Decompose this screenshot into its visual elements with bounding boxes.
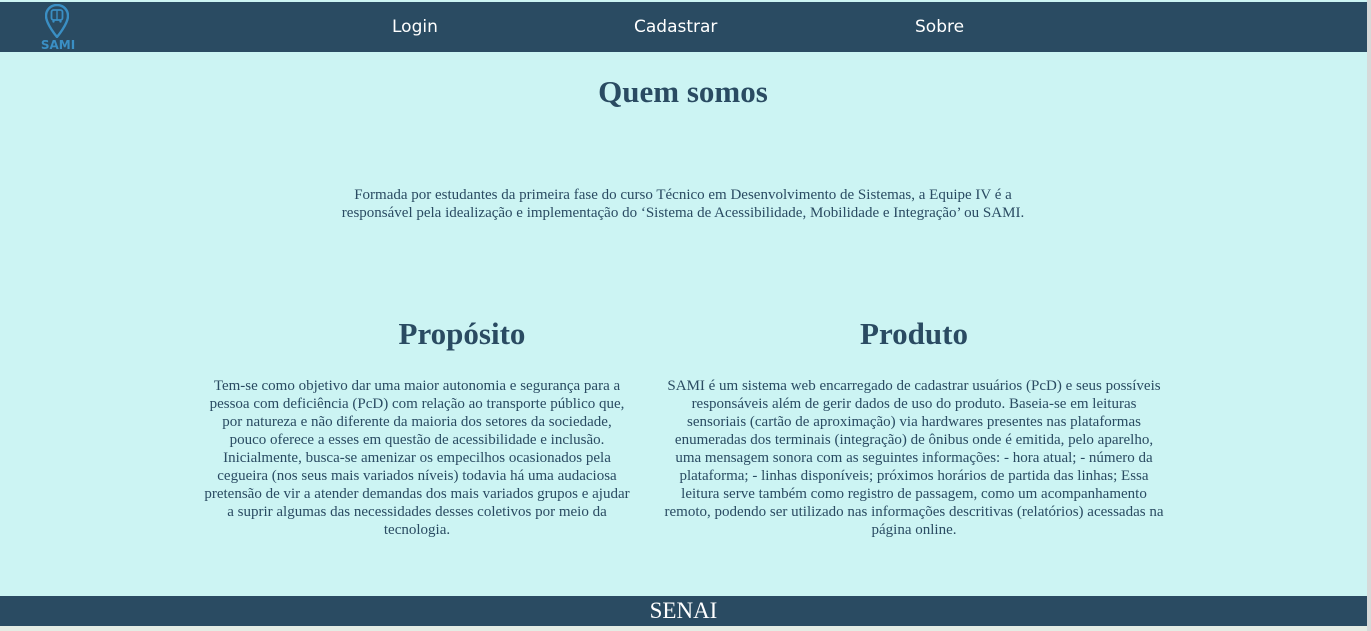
top-navbar: SAMI Login Cadastrar Sobre [0,2,1367,52]
proposito-paragraph: Tem-se como objetivo dar uma maior auton… [204,378,630,538]
produto-paragraph: SAMI é um sistema web encarregado de cad… [664,378,1164,538]
nav-sobre-link[interactable]: Sobre [915,17,964,37]
scrollbar[interactable] [1367,0,1371,631]
produto-heading: Produto [860,316,968,351]
proposito-heading: Propósito [398,316,526,351]
footer: SENAI [0,596,1367,626]
nav-cadastrar-link[interactable]: Cadastrar [634,17,717,37]
map-pin-bus-icon [45,4,69,38]
page: SAMI Login Cadastrar Sobre Quem somos Fo… [0,0,1371,631]
logo-link[interactable]: SAMI [38,2,76,52]
nav-login-link[interactable]: Login [392,17,438,37]
bottom-strip [0,626,1367,631]
page-title: Quem somos [598,74,768,109]
logo-text: SAMI [40,38,76,52]
footer-text: SENAI [649,598,718,623]
intro-paragraph: Formada por estudantes da primeira fase … [341,187,1025,221]
